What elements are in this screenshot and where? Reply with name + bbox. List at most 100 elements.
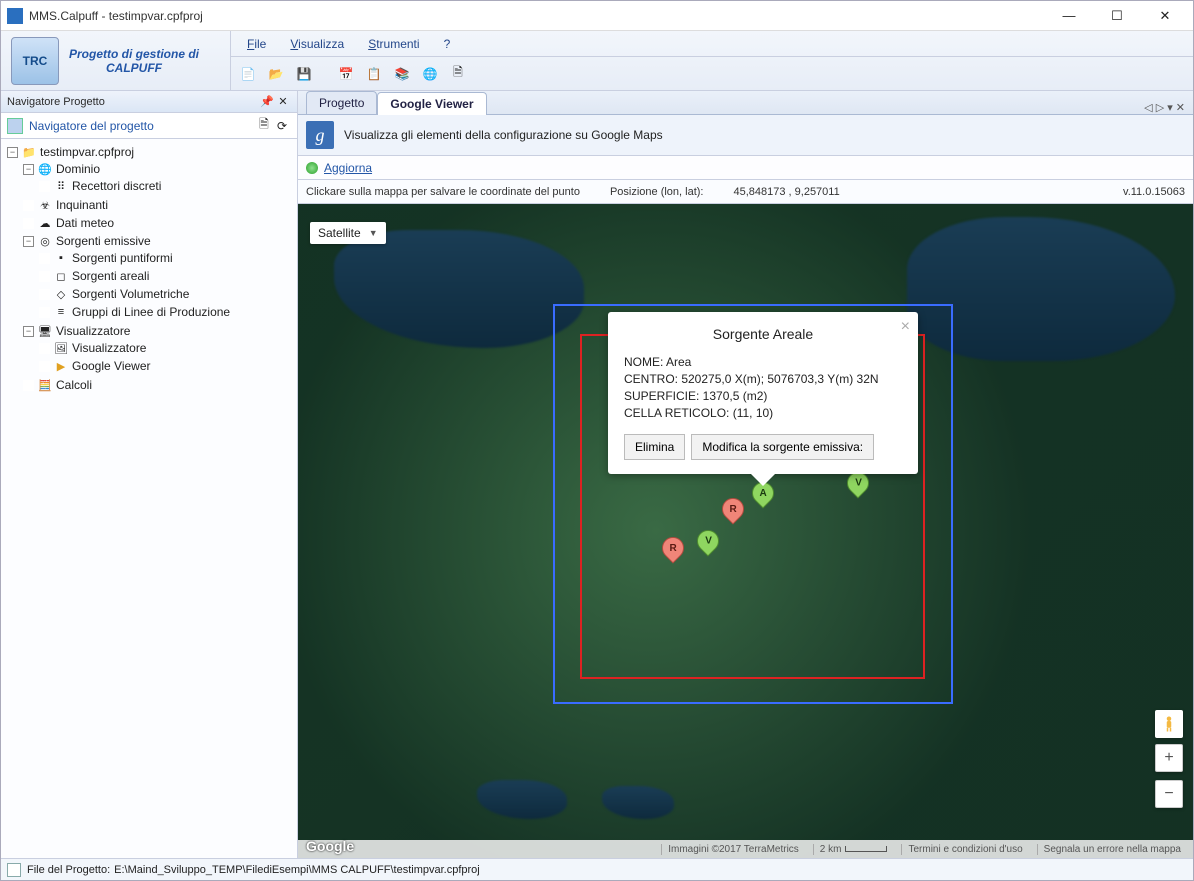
- google-g-icon: g: [306, 121, 334, 149]
- tab-google-viewer[interactable]: Google Viewer: [377, 92, 486, 115]
- info-window: × Sorgente Areale NOME: Area CENTRO: 520…: [608, 312, 918, 474]
- tree-recettori-label: Recettori discreti: [72, 179, 161, 193]
- window-titlebar: MMS.Calpuff - testimpvar.cpfproj — ☐ ✕: [1, 1, 1193, 31]
- tree-root-label: testimpvar.cpfproj: [40, 145, 134, 159]
- list-icon[interactable]: 📋: [363, 63, 385, 85]
- infowindow-name: NOME: Area: [624, 354, 902, 371]
- report-error-link[interactable]: Segnala un errore nella mappa: [1037, 844, 1187, 855]
- tree-google-viewer-label: Google Viewer: [72, 359, 151, 373]
- menubar: File Visualizza Strumenti ?: [231, 31, 1193, 57]
- statusbar: File del Progetto: E:\Maind_Sviluppo_TEM…: [1, 858, 1193, 880]
- menu-visualizza-rest: isualizza: [298, 37, 344, 51]
- coordinates-row: Clickare sulla mappa per salvare le coor…: [298, 180, 1193, 204]
- tree-sorg-vol[interactable]: ◇Sorgenti Volumetriche: [39, 286, 295, 302]
- infowindow-centro: CENTRO: 520275,0 X(m); 5076703,3 Y(m) 32…: [624, 371, 902, 388]
- new-file-icon[interactable]: 📄: [237, 63, 259, 85]
- tree-inquinanti[interactable]: ☣Inquinanti: [23, 197, 295, 213]
- status-label: File del Progetto:: [27, 864, 110, 876]
- refresh-row: Aggiorna: [298, 156, 1193, 180]
- map-attribution: Google Immagini ©2017 TerraMetrics 2 km …: [298, 840, 1193, 858]
- marker-a[interactable]: A: [752, 482, 774, 514]
- infowindow-body: NOME: Area CENTRO: 520275,0 X(m); 507670…: [624, 354, 902, 422]
- sidebar-panel-title-text: Navigatore Progetto: [7, 96, 105, 108]
- terms-link[interactable]: Termini e condizioni d'uso: [901, 844, 1028, 855]
- chevron-down-icon: ▼: [369, 228, 378, 238]
- project-tree[interactable]: −📁testimpvar.cpfproj −🌐Dominio ⠿Recettor…: [1, 139, 297, 858]
- marker-v2[interactable]: V: [697, 530, 719, 562]
- infowindow-superficie: SUPERFICIE: 1370,5 (m2): [624, 388, 902, 405]
- infowindow-cella: CELLA RETICOLO: (11, 10): [624, 405, 902, 422]
- main-area: Progetto Google Viewer ◁ ▷ ▾ ✕ g Visuali…: [298, 91, 1193, 858]
- infowindow-close-icon[interactable]: ×: [901, 318, 910, 336]
- tree-dominio[interactable]: −🌐Dominio: [23, 161, 295, 177]
- menu-strumenti[interactable]: Strumenti: [358, 34, 429, 54]
- maximize-button[interactable]: ☐: [1095, 2, 1139, 30]
- tab-nav-arrows[interactable]: ◁ ▷ ▾ ✕: [1144, 101, 1185, 114]
- navigator-icon: [7, 118, 23, 134]
- tree-dati-meteo[interactable]: ☁Dati meteo: [23, 215, 295, 231]
- pegman-icon: [1155, 710, 1183, 738]
- pos-value: 45,848173 , 9,257011: [733, 186, 839, 198]
- elimina-button[interactable]: Elimina: [624, 434, 685, 460]
- brand-title-line1: Progetto di gestione di: [69, 47, 199, 61]
- tree-root[interactable]: −📁testimpvar.cpfproj: [7, 144, 295, 160]
- save-icon[interactable]: 💾: [293, 63, 315, 85]
- marker-label: R: [729, 504, 736, 515]
- tab-progetto[interactable]: Progetto: [306, 91, 377, 114]
- tree-visualizzatore-label: Visualizzatore: [72, 341, 146, 355]
- tree-visualizzatore-grp[interactable]: −🖥Visualizzatore: [23, 323, 295, 339]
- map-type-label: Satellite: [318, 226, 361, 240]
- close-button[interactable]: ✕: [1143, 2, 1187, 30]
- infowindow-tail: [751, 474, 775, 486]
- status-path: E:\Maind_Sviluppo_TEMP\FilediEsempi\MMS …: [114, 864, 480, 876]
- app-header: TRC Progetto di gestione di CALPUFF File…: [1, 31, 1193, 91]
- tree-sorgenti[interactable]: −◎Sorgenti emissive: [23, 233, 295, 249]
- tree-inquinanti-label: Inquinanti: [56, 198, 108, 212]
- refresh-link[interactable]: Aggiorna: [324, 161, 372, 175]
- pin-icon[interactable]: 📌: [259, 94, 275, 110]
- app-icon: [7, 8, 23, 24]
- globe-icon[interactable]: 🌐: [419, 63, 441, 85]
- tree-google-viewer[interactable]: ▶Google Viewer: [39, 358, 295, 374]
- pos-label: Posizione (lon, lat):: [610, 186, 704, 198]
- open-folder-icon[interactable]: 📂: [265, 63, 287, 85]
- navigator-action1-icon[interactable]: 🗎: [255, 117, 273, 135]
- tree-calcoli[interactable]: 🧮Calcoli: [23, 377, 295, 393]
- pegman-control[interactable]: [1155, 710, 1183, 738]
- tree-sorg-area[interactable]: ◻Sorgenti areali: [39, 268, 295, 284]
- zoom-in-button[interactable]: +: [1155, 744, 1183, 772]
- panel-close-icon[interactable]: ✕: [275, 94, 291, 110]
- menu-file-rest: ile: [254, 37, 266, 51]
- menu-file[interactable]: File: [237, 34, 276, 54]
- main-toolbar: 📄 📂 💾 📅 📋 📚 🌐 🗎: [231, 57, 1193, 90]
- navigator-header: Navigatore del progetto 🗎 ⟳: [1, 113, 297, 139]
- minimize-button[interactable]: —: [1047, 2, 1091, 30]
- sidebar: Navigatore Progetto 📌 ✕ Navigatore del p…: [1, 91, 298, 858]
- calendar-icon[interactable]: 📅: [335, 63, 357, 85]
- brand-block: TRC Progetto di gestione di CALPUFF: [1, 31, 231, 90]
- book-icon[interactable]: 📚: [391, 63, 413, 85]
- tree-gruppi-label: Gruppi di Linee di Produzione: [72, 305, 230, 319]
- tree-dominio-label: Dominio: [56, 162, 100, 176]
- export-icon[interactable]: 🗎: [447, 63, 469, 85]
- menu-help[interactable]: ?: [434, 34, 461, 54]
- zoom-out-button[interactable]: −: [1155, 780, 1183, 808]
- marker-v1[interactable]: V: [847, 472, 869, 504]
- marker-r2[interactable]: R: [662, 537, 684, 569]
- marker-r1[interactable]: R: [722, 498, 744, 530]
- tree-sorg-punt[interactable]: ▪Sorgenti puntiformi: [39, 250, 295, 266]
- modifica-button[interactable]: Modifica la sorgente emissiva:: [691, 434, 874, 460]
- navigator-action2-icon[interactable]: ⟳: [273, 117, 291, 135]
- tree-recettori[interactable]: ⠿Recettori discreti: [39, 178, 295, 194]
- map-type-selector[interactable]: Satellite ▼: [310, 222, 386, 244]
- tree-visualizzatore[interactable]: 🖼Visualizzatore: [39, 340, 295, 356]
- tree-gruppi[interactable]: ≡Gruppi di Linee di Produzione: [39, 304, 295, 320]
- scale-bar: 2 km: [813, 844, 894, 855]
- navigator-header-label: Navigatore del progetto: [29, 119, 255, 133]
- map[interactable]: Satellite ▼ V A R V R × Sorgente Areale …: [298, 204, 1193, 858]
- tree-visualizzatore-grp-label: Visualizzatore: [56, 324, 130, 338]
- menu-strumenti-rest: trumenti: [376, 37, 419, 51]
- imagery-credit: Immagini ©2017 TerraMetrics: [661, 844, 805, 855]
- marker-label: A: [759, 488, 766, 499]
- menu-visualizza[interactable]: Visualizza: [280, 34, 354, 54]
